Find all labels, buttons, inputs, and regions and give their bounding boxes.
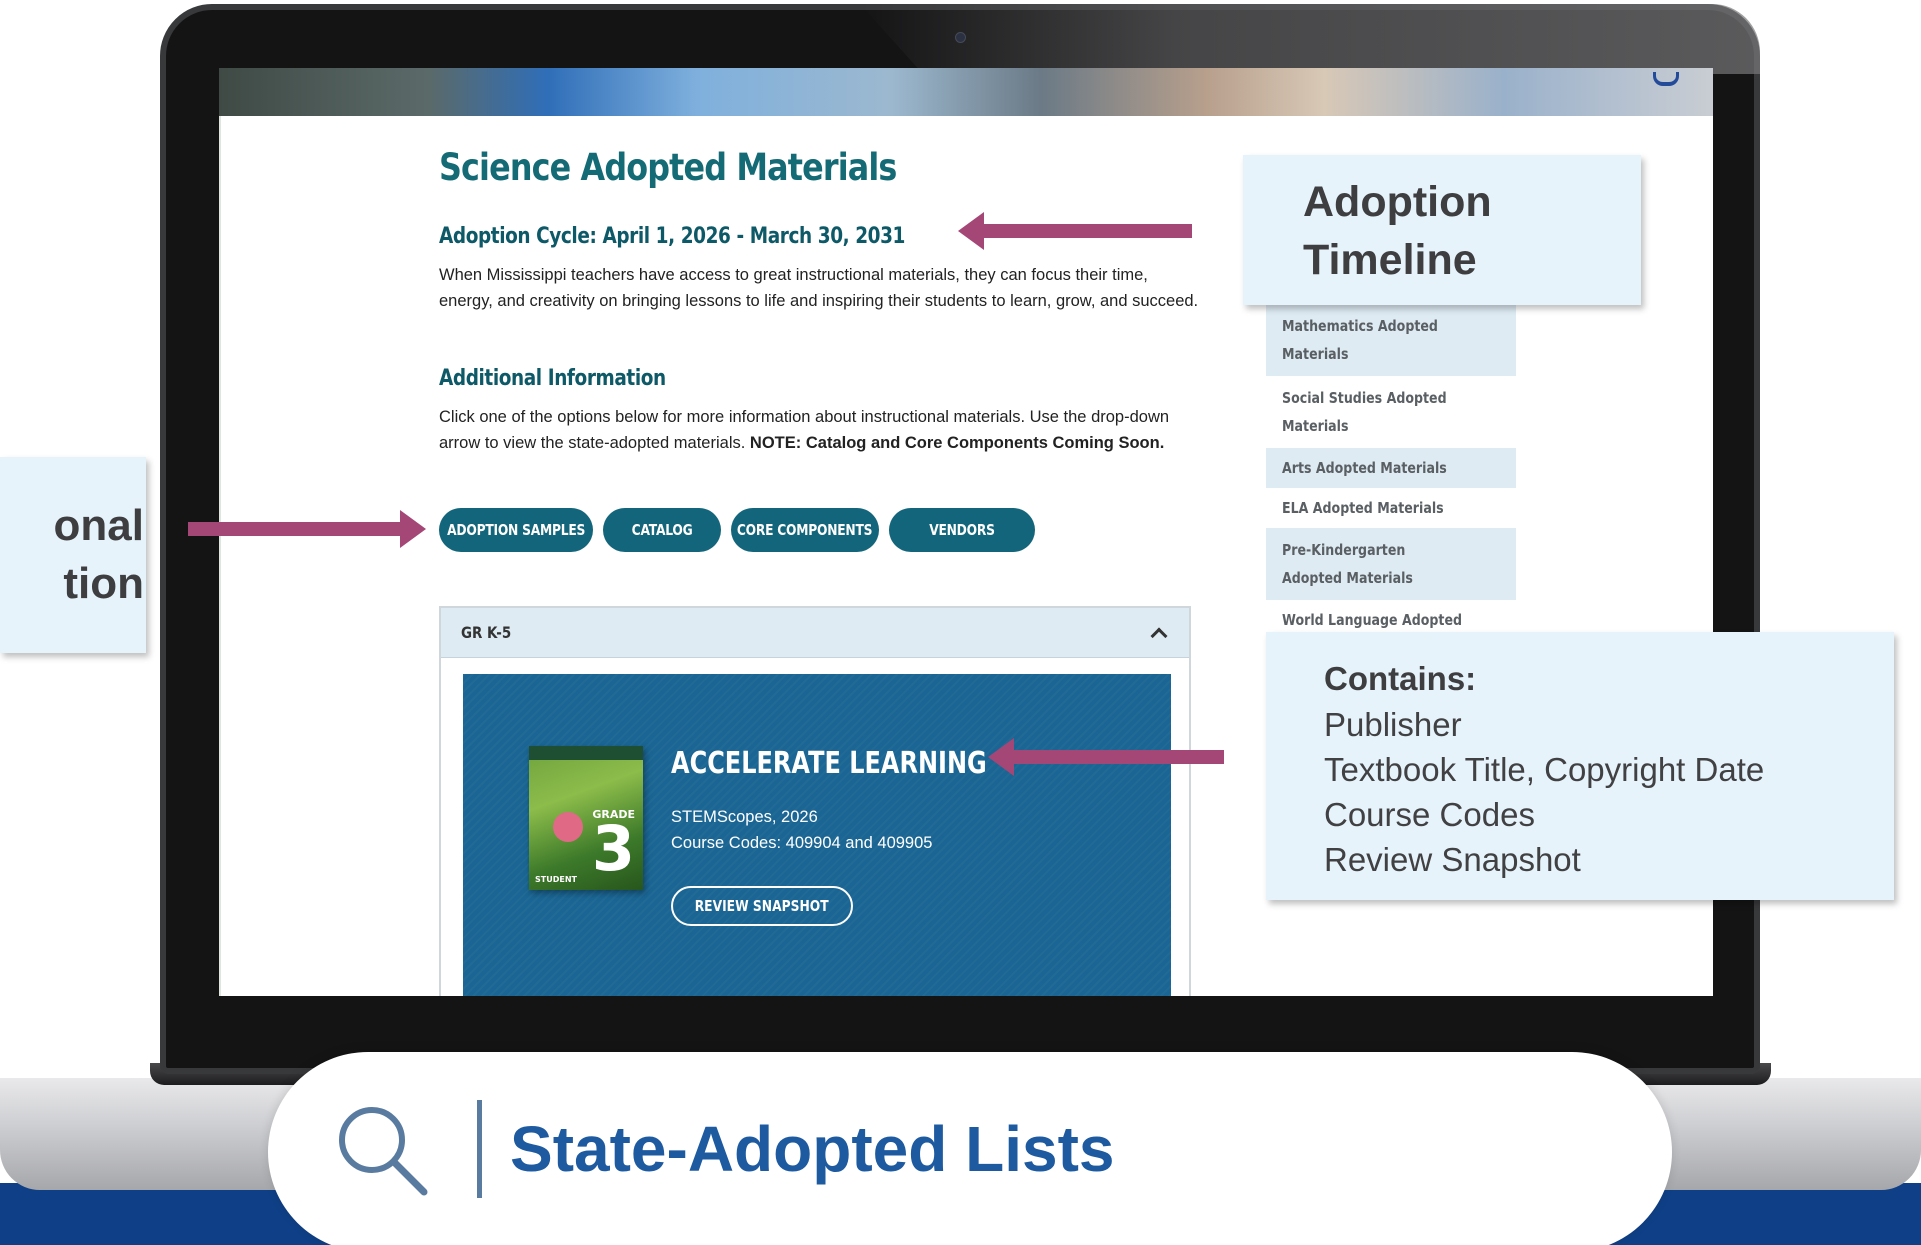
sidebar-item-label: ELA Adopted Materials: [1282, 499, 1444, 517]
book-student-label: STUDENT: [535, 875, 577, 884]
contains-item: Publisher: [1324, 706, 1462, 743]
sidebar-item-label: Mathematics Adopted Materials: [1282, 317, 1438, 363]
callout-line: Timeline: [1303, 236, 1477, 284]
hero-image-banner: [219, 68, 1713, 116]
additional-information-text: Click one of the options below for more …: [439, 404, 1209, 456]
review-snapshot-button[interactable]: REVIEW SNAPSHOT: [671, 886, 853, 926]
catalog-button[interactable]: CATALOG: [603, 508, 721, 552]
arrow-to-material-card: [988, 738, 1224, 776]
contains-item: Course Codes: [1324, 796, 1535, 833]
additional-information-callout: onal tion: [0, 457, 146, 653]
arrow-head: [958, 212, 984, 250]
arrow-shaft: [188, 522, 402, 536]
vendors-label: VENDORS: [929, 521, 995, 539]
camera-icon: [955, 32, 966, 43]
sidebar-item-ela[interactable]: ELA Adopted Materials: [1266, 488, 1516, 528]
book-grade-number: 3: [591, 812, 635, 885]
info-button-row: ADOPTION SAMPLES CATALOG CORE COMPONENTS…: [439, 508, 1035, 552]
contains-callout: Contains: Publisher Textbook Title, Copy…: [1266, 632, 1894, 900]
review-snapshot-label: REVIEW SNAPSHOT: [695, 897, 829, 915]
accordion-header[interactable]: GR K-5: [441, 608, 1189, 658]
sidebar-item-label: Pre-Kindergarten Adopted Materials: [1282, 541, 1413, 587]
search-label: State-Adopted Lists: [510, 1113, 1115, 1185]
material-card: GRADE 3 STUDENT ACCELERATE LEARNING STEM…: [463, 674, 1171, 996]
adoption-samples-label: ADOPTION SAMPLES: [447, 521, 586, 539]
sidebar-nav: Mathematics Adopted Materials Social Stu…: [1266, 304, 1516, 640]
contains-item: Review Snapshot: [1324, 841, 1581, 878]
callout-line: Adoption: [1303, 178, 1492, 226]
publisher-line: STEMScopes, 2026: [671, 808, 818, 826]
sidebar-item-arts[interactable]: Arts Adopted Materials: [1266, 448, 1516, 488]
additional-information-heading: Additional Information: [439, 366, 666, 391]
accordion-title: GR K-5: [461, 623, 512, 642]
publisher-title: ACCELERATE LEARNING: [671, 746, 987, 781]
arrow-to-adoption-cycle: [958, 212, 1192, 250]
arrow-head: [400, 510, 426, 548]
page-edge: [219, 116, 221, 996]
adoption-cycle-heading: Adoption Cycle: April 1, 2026 - March 30…: [439, 224, 906, 249]
bezel-reflection: [860, 4, 1760, 74]
arrow-to-info-buttons: [188, 510, 426, 548]
search-icon[interactable]: [332, 1100, 432, 1200]
shield-icon: [1653, 72, 1679, 86]
textbook-cover-image: GRADE 3 STUDENT: [529, 746, 643, 890]
chevron-up-icon[interactable]: [1150, 627, 1168, 644]
adoption-timeline-callout: Adoption Timeline: [1243, 155, 1641, 305]
book-cover-band: [529, 746, 643, 760]
arrow-head: [988, 738, 1014, 776]
sidebar-item-label: World Language Adopted: [1282, 611, 1463, 629]
note-text: Catalog and Core Components Coming Soon.: [805, 434, 1165, 452]
contains-heading: Contains:: [1324, 660, 1477, 697]
sidebar-item-social-studies[interactable]: Social Studies Adopted Materials: [1266, 376, 1516, 448]
callout-line: onal: [53, 501, 144, 550]
intro-paragraph: When Mississippi teachers have access to…: [439, 266, 1199, 310]
search-divider: [477, 1100, 482, 1198]
page-title: Science Adopted Materials: [439, 146, 897, 189]
contains-item: Textbook Title, Copyright Date: [1324, 751, 1765, 788]
core-components-label: CORE COMPONENTS: [737, 521, 873, 539]
sidebar-item-label: Arts Adopted Materials: [1282, 459, 1447, 477]
sidebar-item-label: Social Studies Adopted Materials: [1282, 389, 1447, 435]
lizard-flower-graphic: [553, 812, 583, 842]
adoption-samples-button[interactable]: ADOPTION SAMPLES: [439, 508, 593, 552]
arrow-shaft: [1012, 750, 1224, 764]
vendors-button[interactable]: VENDORS: [889, 508, 1035, 552]
sidebar-item-mathematics[interactable]: Mathematics Adopted Materials: [1266, 304, 1516, 376]
core-components-button[interactable]: CORE COMPONENTS: [731, 508, 879, 552]
callout-line: tion: [63, 559, 144, 608]
grade-accordion: GR K-5 GRADE 3 STUDENT ACCELERATE LEARNI…: [439, 606, 1191, 996]
callout-text: onal tion: [54, 497, 144, 613]
arrow-shaft: [982, 224, 1192, 238]
catalog-label: CATALOG: [631, 521, 693, 539]
note-label: NOTE:: [749, 434, 802, 452]
sidebar-item-pre-kindergarten[interactable]: Pre-Kindergarten Adopted Materials: [1266, 528, 1516, 600]
course-codes-line: Course Codes: 409904 and 409905: [671, 834, 933, 852]
